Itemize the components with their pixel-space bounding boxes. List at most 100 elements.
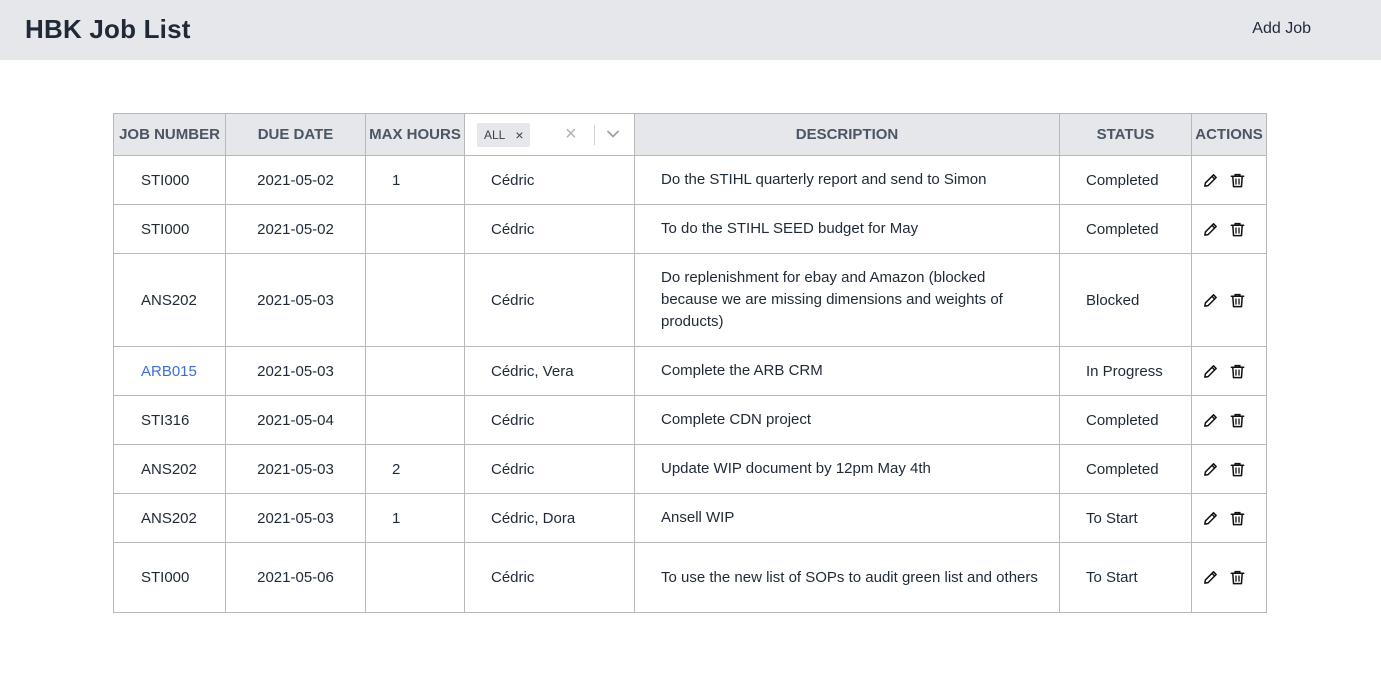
pencil-icon[interactable] <box>1202 172 1219 189</box>
pencil-icon[interactable] <box>1202 569 1219 586</box>
due-date-cell: 2021-05-02 <box>225 204 366 254</box>
job-number-cell: STI000 <box>113 204 226 254</box>
assignee-cell: Cédric, Dora <box>464 493 635 543</box>
trash-icon[interactable] <box>1229 510 1246 527</box>
trash-icon[interactable] <box>1229 363 1246 380</box>
assignee-cell: Cédric <box>464 204 635 254</box>
job-number-cell: ANS202 <box>113 444 226 494</box>
max-hours-cell: 1 <box>365 155 465 205</box>
pencil-icon[interactable] <box>1202 412 1219 429</box>
column-header-actions: ACTIONS <box>1191 113 1267 156</box>
job-number-cell: ANS202 <box>113 493 226 543</box>
status-cell: Completed <box>1059 444 1192 494</box>
status-cell: Completed <box>1059 204 1192 254</box>
max-hours-cell <box>365 204 465 254</box>
pencil-icon[interactable] <box>1202 363 1219 380</box>
row-actions <box>1202 510 1266 527</box>
due-date-cell: 2021-05-03 <box>225 493 366 543</box>
status-cell: Blocked <box>1059 253 1192 347</box>
trash-icon[interactable] <box>1229 292 1246 309</box>
filter-divider <box>594 125 595 145</box>
job-number-cell: STI000 <box>113 155 226 205</box>
table-row: ANS202 2021-05-03 1 Cédric, Dora Ansell WIP T… <box>113 493 1267 543</box>
due-date-cell: 2021-05-06 <box>225 542 366 613</box>
due-date-cell: 2021-05-03 <box>225 253 366 347</box>
assignee-filter-select[interactable]: ALL × × <box>464 113 635 156</box>
table-row: STI000 2021-05-02 1 Cédric Do the STIHL quar… <box>113 155 1267 205</box>
max-hours-cell <box>365 346 465 396</box>
trash-icon[interactable] <box>1229 461 1246 478</box>
status-cell: To Start <box>1059 493 1192 543</box>
table-row: STI000 2021-05-06 Cédric To use the new lis… <box>113 542 1267 613</box>
pencil-icon[interactable] <box>1202 461 1219 478</box>
actions-cell <box>1191 493 1267 543</box>
add-job-button[interactable]: Add Job <box>1252 20 1311 38</box>
actions-cell <box>1191 444 1267 494</box>
column-header-due-date[interactable]: DUE DATE <box>225 113 366 156</box>
actions-cell <box>1191 395 1267 445</box>
job-number-text: ANS202 <box>141 291 197 309</box>
status-cell: Completed <box>1059 155 1192 205</box>
job-number-cell: STI316 <box>113 395 226 445</box>
column-header-job-number[interactable]: JOB NUMBER <box>113 113 226 156</box>
actions-cell <box>1191 253 1267 347</box>
job-number-text: STI000 <box>141 569 190 586</box>
due-date-cell: 2021-05-02 <box>225 155 366 205</box>
row-actions <box>1202 292 1266 309</box>
row-actions <box>1202 569 1266 586</box>
table-row: STI000 2021-05-02 Cédric To do the STIHL SE… <box>113 204 1267 254</box>
actions-cell <box>1191 542 1267 613</box>
job-number-text: STI316 <box>141 411 190 429</box>
status-cell: To Start <box>1059 542 1192 613</box>
job-number-cell: STI000 <box>113 542 226 613</box>
max-hours-cell: 2 <box>365 444 465 494</box>
column-header-status[interactable]: STATUS <box>1059 113 1192 156</box>
table-row: ARB015 2021-05-03 Cédric, Vera Complete the… <box>113 346 1267 396</box>
max-hours-cell <box>365 395 465 445</box>
row-actions <box>1202 412 1266 429</box>
actions-cell <box>1191 204 1267 254</box>
status-cell: Completed <box>1059 395 1192 445</box>
job-number-text: ANS202 <box>141 460 197 478</box>
pencil-icon[interactable] <box>1202 221 1219 238</box>
description-cell: Do the STIHL quarterly report and send t… <box>634 155 1060 205</box>
max-hours-cell: 1 <box>365 493 465 543</box>
due-date-cell: 2021-05-03 <box>225 444 366 494</box>
description-cell: Update WIP document by 12pm May 4th <box>634 444 1060 494</box>
row-actions <box>1202 221 1266 238</box>
column-header-max-hours[interactable]: MAX HOURS <box>365 113 465 156</box>
top-bar: HBK Job List Add Job <box>0 0 1381 60</box>
filter-chip-all: ALL × <box>477 122 530 147</box>
job-number-text: STI000 <box>141 220 190 238</box>
trash-icon[interactable] <box>1229 221 1246 238</box>
description-cell: Do replenishment for ebay and Amazon (bl… <box>634 253 1060 347</box>
table-row: STI316 2021-05-04 Cédric Complete CDN proje… <box>113 395 1267 445</box>
page-title: HBK Job List <box>25 14 191 44</box>
assignee-cell: Cédric <box>464 542 635 613</box>
assignee-cell: Cédric, Vera <box>464 346 635 396</box>
chevron-down-icon[interactable] <box>606 127 620 141</box>
pencil-icon[interactable] <box>1202 510 1219 527</box>
job-number-cell: ANS202 <box>113 253 226 347</box>
assignee-cell: Cédric <box>464 444 635 494</box>
assignee-filter-control[interactable]: ALL × × <box>466 115 633 154</box>
description-cell: Ansell WIP <box>634 493 1060 543</box>
trash-icon[interactable] <box>1229 412 1246 429</box>
description-cell: Complete CDN project <box>634 395 1060 445</box>
description-cell: To use the new list of SOPs to audit gre… <box>634 542 1060 613</box>
assignee-cell: Cédric <box>464 395 635 445</box>
row-actions <box>1202 461 1266 478</box>
actions-cell <box>1191 155 1267 205</box>
clear-filter-icon[interactable]: × <box>565 123 577 146</box>
trash-icon[interactable] <box>1229 569 1246 586</box>
chip-remove-icon[interactable]: × <box>515 127 523 143</box>
job-number-link[interactable]: ARB015 <box>141 363 197 380</box>
column-header-description[interactable]: DESCRIPTION <box>634 113 1060 156</box>
max-hours-cell <box>365 253 465 347</box>
table-header-row: JOB NUMBER DUE DATE MAX HOURS ALL × × DE… <box>113 113 1267 156</box>
trash-icon[interactable] <box>1229 172 1246 189</box>
due-date-cell: 2021-05-04 <box>225 395 366 445</box>
pencil-icon[interactable] <box>1202 292 1219 309</box>
description-cell: Complete the ARB CRM <box>634 346 1060 396</box>
row-actions <box>1202 172 1266 189</box>
